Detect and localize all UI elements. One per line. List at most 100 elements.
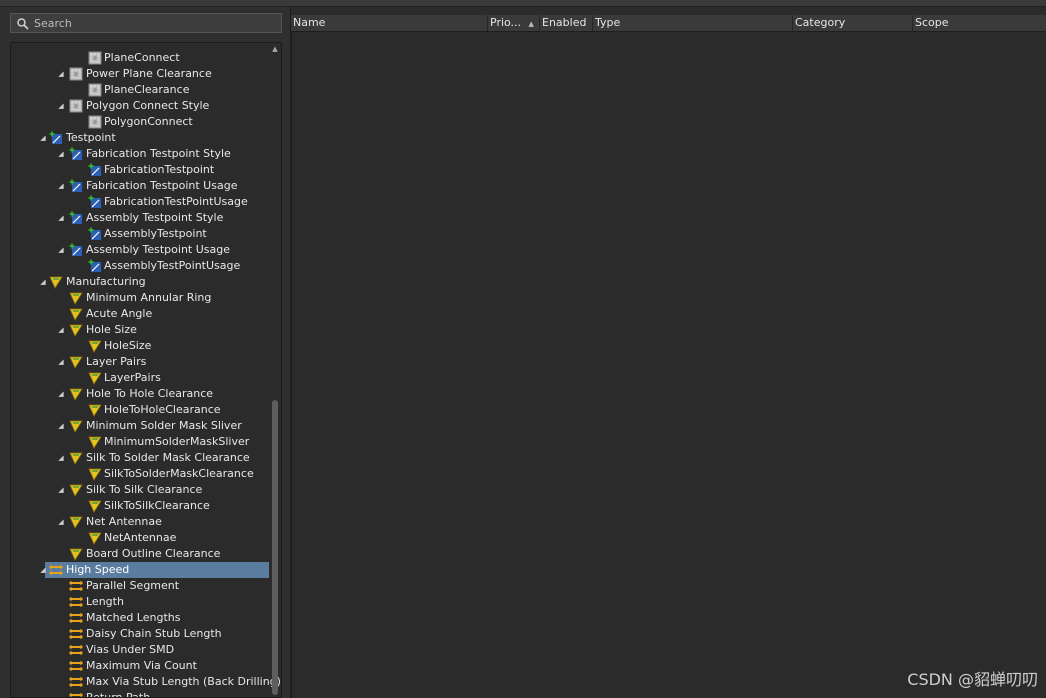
search-box[interactable] xyxy=(10,13,282,33)
high-speed-icon xyxy=(69,579,83,593)
rules-tree[interactable]: Return Path Max Via Stub Length (Back Dri… xyxy=(10,42,282,698)
tree-item-board-outline-clearance[interactable]: Board Outline Clearance xyxy=(11,546,269,562)
tree-item-fabrication-testpoint-style[interactable]: ◢ Fabrication Testpoint Style xyxy=(11,146,269,162)
column-header-category[interactable]: Category xyxy=(793,15,913,31)
scroll-up-arrow-icon[interactable]: ▲ xyxy=(271,45,279,53)
tree-item-assemblytestpoint[interactable]: AssemblyTestpoint xyxy=(11,226,269,242)
tree-item-daisy-chain-stub-length[interactable]: Daisy Chain Stub Length xyxy=(11,626,269,642)
high-speed-icon xyxy=(69,627,83,641)
testpoint-icon xyxy=(88,163,102,177)
expand-toggle-icon[interactable]: ◢ xyxy=(38,274,48,290)
tree-item-layerpairs[interactable]: LayerPairs xyxy=(11,370,269,386)
tree-item-manufacturing[interactable]: ◢ Manufacturing xyxy=(11,274,269,290)
expand-toggle-icon[interactable]: ◢ xyxy=(38,130,48,146)
tree-item-label: FabricationTestpoint xyxy=(104,163,215,176)
expand-toggle-icon[interactable]: ◢ xyxy=(56,514,66,530)
tree-item-silk-to-solder-mask-clearance[interactable]: ◢ Silk To Solder Mask Clearance xyxy=(11,450,269,466)
tree-item-silktosoldermaskclearance[interactable]: SilkToSolderMaskClearance xyxy=(11,466,269,482)
tree-item-net-antennae[interactable]: ◢ Net Antennae xyxy=(11,514,269,530)
expand-toggle-icon[interactable]: ◢ xyxy=(56,386,66,402)
tree-item-fabricationtestpointusage[interactable]: FabricationTestPointUsage xyxy=(11,194,269,210)
tree-item-minimumsoldermasksliver[interactable]: MinimumSolderMaskSliver xyxy=(11,434,269,450)
column-header-scope[interactable]: Scope xyxy=(913,15,1046,31)
tree-item-high-speed[interactable]: ◢ High Speed xyxy=(11,562,269,578)
tree-item-holetoholeclearance[interactable]: HoleToHoleClearance xyxy=(11,402,269,418)
grid-body[interactable] xyxy=(291,32,1046,698)
expand-toggle-icon[interactable]: ◢ xyxy=(56,146,66,162)
tree-item-label: Silk To Silk Clearance xyxy=(86,483,203,496)
tree-item-holesize[interactable]: HoleSize xyxy=(11,338,269,354)
tree-item-label: Vias Under SMD xyxy=(86,643,175,656)
high-speed-icon xyxy=(69,595,83,609)
expand-toggle-icon[interactable]: ◢ xyxy=(56,450,66,466)
tree-item-matched-lengths[interactable]: Matched Lengths xyxy=(11,610,269,626)
column-header-enabled[interactable]: Enabled xyxy=(540,15,593,31)
high-speed-icon xyxy=(69,643,83,657)
tree-item-label: MinimumSolderMaskSliver xyxy=(104,435,250,448)
expand-toggle-icon[interactable]: ◢ xyxy=(56,418,66,434)
tree-item-label: Testpoint xyxy=(66,131,116,144)
tree-item-polygonconnect[interactable]: PolygonConnect xyxy=(11,114,269,130)
manufacturing-icon xyxy=(69,547,83,561)
tree-item-label: Daisy Chain Stub Length xyxy=(86,627,222,640)
tree-item-minimum-annular-ring[interactable]: Minimum Annular Ring xyxy=(11,290,269,306)
manufacturing-icon xyxy=(69,323,83,337)
search-input[interactable] xyxy=(34,15,274,31)
polygon-connect-icon xyxy=(88,115,102,129)
tree-item-length[interactable]: Length xyxy=(11,594,269,610)
expand-toggle-icon[interactable]: ◢ xyxy=(56,178,66,194)
expand-toggle-icon[interactable]: ◢ xyxy=(56,322,66,338)
manufacturing-icon xyxy=(69,355,83,369)
tree-item-assembly-testpoint-style[interactable]: ◢ Assembly Testpoint Style xyxy=(11,210,269,226)
column-header-type[interactable]: Type xyxy=(593,15,793,31)
testpoint-icon xyxy=(69,147,83,161)
tree-item-max-via-stub-length-back-drilling[interactable]: Max Via Stub Length (Back Drilling) xyxy=(11,674,281,690)
tree-item-planeclearance[interactable]: PlaneClearance xyxy=(11,82,269,98)
tree-item-label: Hole Size xyxy=(86,323,137,336)
tree-item-assembly-testpoint-usage[interactable]: ◢ Assembly Testpoint Usage xyxy=(11,242,269,258)
tree-item-acute-angle[interactable]: Acute Angle xyxy=(11,306,269,322)
tree-item-fabrication-testpoint-usage[interactable]: ◢ Fabrication Testpoint Usage xyxy=(11,178,269,194)
sort-ascending-icon: ▲ xyxy=(528,20,534,28)
tree-item-label: High Speed xyxy=(66,563,130,576)
expand-toggle-icon[interactable]: ◢ xyxy=(56,242,66,258)
tree-item-planeconnect[interactable]: PlaneConnect xyxy=(11,50,269,66)
manufacturing-icon xyxy=(88,339,102,353)
tree-item-layer-pairs[interactable]: ◢ Layer Pairs xyxy=(11,354,269,370)
expand-toggle-icon[interactable]: ◢ xyxy=(38,562,48,578)
tree-item-fabricationtestpoint[interactable]: FabricationTestpoint xyxy=(11,162,269,178)
tree-item-label: Net Antennae xyxy=(86,515,162,528)
expand-toggle-icon[interactable]: ◢ xyxy=(56,354,66,370)
tree-item-power-plane-clearance[interactable]: ◢ Power Plane Clearance xyxy=(11,66,269,82)
expand-toggle-icon[interactable]: ◢ xyxy=(56,210,66,226)
tree-item-assemblytestpointusage[interactable]: AssemblyTestPointUsage xyxy=(11,258,269,274)
watermark: CSDN @貂蝉叨叨 xyxy=(907,670,1038,689)
tree-item-label: HoleToHoleClearance xyxy=(104,403,221,416)
tree-item-silktosilkclearance[interactable]: SilkToSilkClearance xyxy=(11,498,269,514)
column-header-priority[interactable]: Prio... ▲ xyxy=(488,15,540,31)
tree-item-silk-to-silk-clearance[interactable]: ◢ Silk To Silk Clearance xyxy=(11,482,269,498)
tree-item-label: Return Path xyxy=(86,691,151,698)
tree-item-hole-size[interactable]: ◢ Hole Size xyxy=(11,322,269,338)
tree-item-return-path[interactable]: Return Path xyxy=(11,690,269,698)
tree-item-netantennae[interactable]: NetAntennae xyxy=(11,530,269,546)
manufacturing-icon xyxy=(88,531,102,545)
expand-toggle-icon[interactable]: ◢ xyxy=(56,66,66,82)
tree-item-parallel-segment[interactable]: Parallel Segment xyxy=(11,578,269,594)
tree-item-label: Hole To Hole Clearance xyxy=(86,387,214,400)
tree-scrollbar[interactable]: ▲ xyxy=(270,45,280,697)
tree-item-testpoint[interactable]: ◢ Testpoint xyxy=(11,130,269,146)
tree-item-hole-to-hole-clearance[interactable]: ◢ Hole To Hole Clearance xyxy=(11,386,269,402)
expand-toggle-icon[interactable]: ◢ xyxy=(56,98,66,114)
tree-item-polygon-connect-style[interactable]: ◢ Polygon Connect Style xyxy=(11,98,269,114)
testpoint-icon xyxy=(69,211,83,225)
tree-item-label: Fabrication Testpoint Usage xyxy=(86,179,238,192)
tree-item-maximum-via-count[interactable]: Maximum Via Count xyxy=(11,658,269,674)
scroll-thumb[interactable] xyxy=(272,400,278,695)
tree-item-label: Max Via Stub Length (Back Drilling) xyxy=(86,675,281,688)
tree-item-minimum-solder-mask-sliver[interactable]: ◢ Minimum Solder Mask Sliver xyxy=(11,418,269,434)
column-header-name[interactable]: Name xyxy=(291,15,488,31)
tree-item-label: AssemblyTestpoint xyxy=(104,227,207,240)
expand-toggle-icon[interactable]: ◢ xyxy=(56,482,66,498)
tree-item-vias-under-smd[interactable]: Vias Under SMD xyxy=(11,642,269,658)
